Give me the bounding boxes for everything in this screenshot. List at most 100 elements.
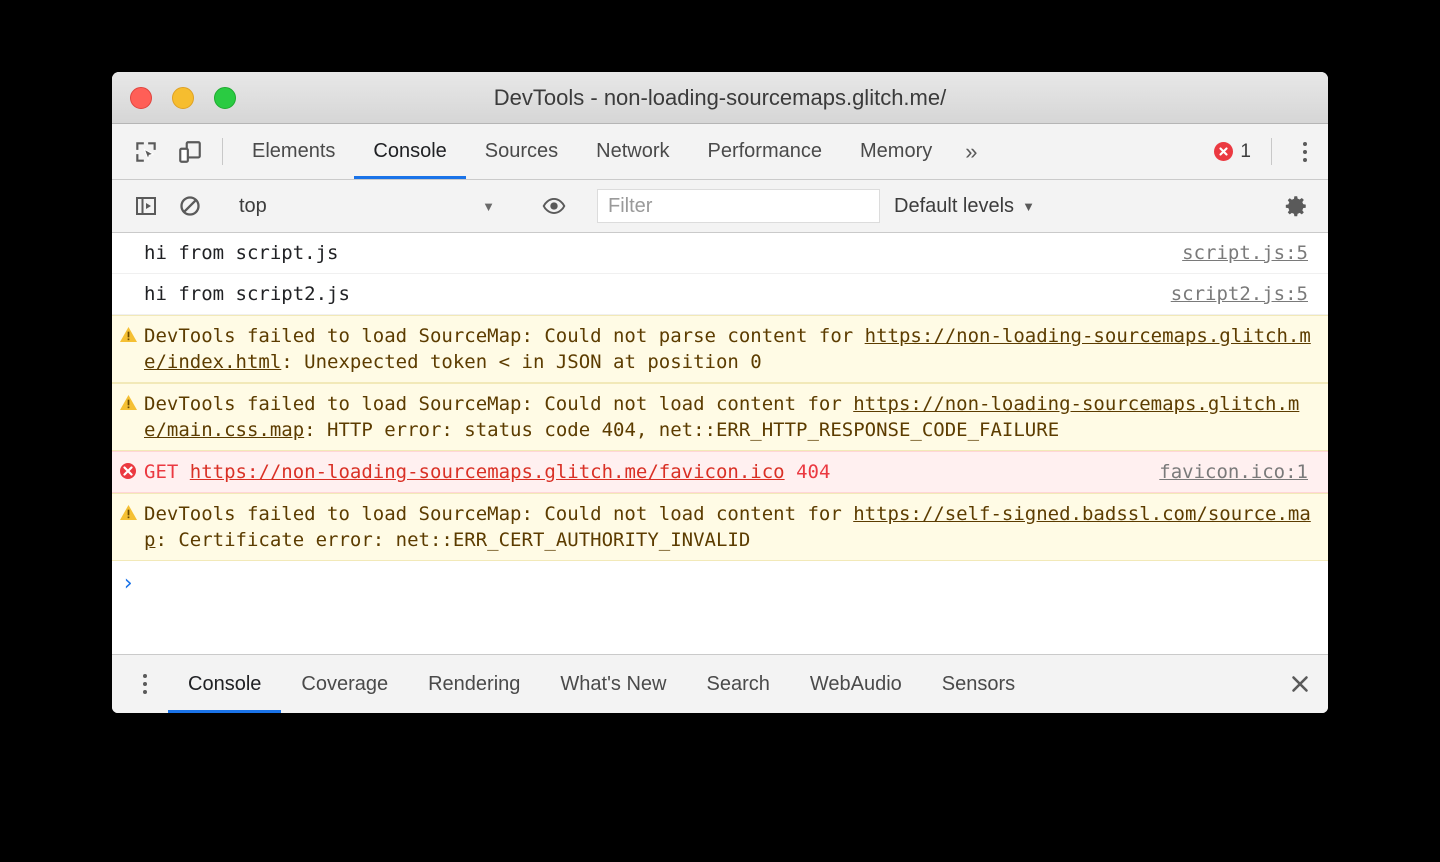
message-prefix: DevTools failed to load SourceMap: Could…	[144, 503, 853, 525]
drawer-tab-label: Search	[706, 673, 769, 696]
drawer-tab-label: Rendering	[428, 673, 520, 696]
drawer-tab-label: WebAudio	[810, 673, 902, 696]
message-gutter	[112, 323, 144, 343]
tab-sources[interactable]: Sources	[466, 124, 577, 179]
tab-label: Performance	[708, 140, 823, 163]
execution-context-select[interactable]: top ▼	[233, 195, 511, 218]
prompt-chevron-icon: ›	[112, 571, 144, 596]
inspect-element-icon[interactable]	[124, 124, 168, 179]
console-message-log[interactable]: hi from script2.js script2.js:5	[112, 274, 1328, 315]
message-text: hi from script2.js	[144, 281, 1171, 307]
message-gutter	[112, 501, 144, 521]
drawer-tab-coverage[interactable]: Coverage	[281, 655, 408, 713]
drawer-tab-whats-new[interactable]: What's New	[540, 655, 686, 713]
eye-icon[interactable]	[532, 193, 576, 219]
console-message-error[interactable]: GET https://non-loading-sourcemaps.glitc…	[112, 451, 1328, 493]
kebab-dot	[143, 682, 147, 686]
message-prefix: DevTools failed to load SourceMap: Could…	[144, 325, 865, 347]
message-suffix: : HTTP error: status code 404, net::ERR_…	[304, 419, 1059, 441]
log-levels-label: Default levels	[894, 195, 1014, 218]
console-toolbar: top ▼ Filter Default levels ▼	[112, 180, 1328, 233]
gear-icon[interactable]	[1274, 193, 1318, 219]
console-prompt[interactable]: ›	[112, 561, 1328, 601]
tab-console[interactable]: Console	[354, 124, 465, 179]
message-text: GET https://non-loading-sourcemaps.glitc…	[144, 459, 1159, 485]
clear-console-icon[interactable]	[168, 194, 212, 218]
drawer-tab-label: Coverage	[301, 673, 388, 696]
drawer-tab-rendering[interactable]: Rendering	[408, 655, 540, 713]
message-source-link[interactable]: script2.js:5	[1171, 281, 1328, 307]
message-text: DevTools failed to load SourceMap: Could…	[144, 323, 1328, 375]
console-message-warning[interactable]: DevTools failed to load SourceMap: Could…	[112, 315, 1328, 383]
tab-performance[interactable]: Performance	[689, 124, 842, 179]
more-tabs-icon[interactable]: »	[951, 124, 991, 179]
console-messages[interactable]: hi from script.js script.js:5 hi from sc…	[112, 233, 1328, 601]
tab-label: Console	[373, 140, 446, 163]
chevron-down-icon: ▼	[1022, 199, 1035, 214]
warning-icon	[119, 394, 138, 411]
message-gutter	[112, 281, 144, 284]
console-message-log[interactable]: hi from script.js script.js:5	[112, 233, 1328, 274]
message-source-link[interactable]: favicon.ico:1	[1159, 459, 1328, 485]
kebab-dot	[1303, 142, 1307, 146]
log-levels-select[interactable]: Default levels ▼	[894, 195, 1035, 218]
space	[785, 461, 796, 483]
space	[178, 461, 189, 483]
drawer-spacer	[1035, 655, 1272, 713]
toolbar-spacer	[991, 124, 1210, 179]
tab-memory[interactable]: Memory	[841, 124, 951, 179]
tab-label: Elements	[252, 140, 335, 163]
tab-label: Sources	[485, 140, 558, 163]
message-gutter	[112, 459, 144, 485]
execution-context-value: top	[239, 195, 267, 218]
device-toolbar-icon[interactable]	[168, 124, 212, 179]
drawer-tab-sensors[interactable]: Sensors	[922, 655, 1035, 713]
message-source-link[interactable]: script.js:5	[1182, 240, 1328, 266]
message-gutter	[112, 391, 144, 411]
drawer-tab-label: What's New	[560, 673, 666, 696]
console-message-warning[interactable]: DevTools failed to load SourceMap: Could…	[112, 493, 1328, 561]
warning-icon	[119, 326, 138, 343]
close-icon[interactable]	[1272, 655, 1328, 713]
message-text: hi from script.js	[144, 240, 1182, 266]
more-tabs-glyph: »	[965, 139, 977, 165]
title-bar: DevTools - non-loading-sourcemaps.glitch…	[112, 72, 1328, 124]
error-count-label: 1	[1240, 141, 1251, 163]
kebab-dot	[143, 690, 147, 694]
tab-label: Network	[596, 140, 669, 163]
drawer-tab-bar: Console Coverage Rendering What's New Se…	[112, 654, 1328, 713]
status-code: 404	[796, 461, 830, 483]
drawer-tab-console[interactable]: Console	[168, 655, 281, 713]
chevron-down-icon: ▼	[482, 199, 495, 214]
tab-label: Memory	[860, 140, 932, 163]
drawer-tab-webaudio[interactable]: WebAudio	[790, 655, 922, 713]
error-count-badge[interactable]: 1	[1210, 124, 1261, 179]
warning-icon	[119, 504, 138, 521]
error-icon	[119, 462, 137, 485]
console-message-warning[interactable]: DevTools failed to load SourceMap: Could…	[112, 383, 1328, 451]
drawer-tab-search[interactable]: Search	[686, 655, 789, 713]
error-icon	[1214, 142, 1233, 161]
tab-network[interactable]: Network	[577, 124, 688, 179]
tab-elements[interactable]: Elements	[233, 124, 354, 179]
drawer-kebab-icon[interactable]	[122, 655, 168, 713]
console-sidebar-icon[interactable]	[124, 194, 168, 218]
drawer-tab-label: Console	[188, 673, 261, 696]
kebab-menu-icon[interactable]	[1282, 124, 1328, 179]
window-title: DevTools - non-loading-sourcemaps.glitch…	[112, 85, 1328, 111]
request-method: GET	[144, 461, 178, 483]
main-toolbar: Elements Console Sources Network Perform…	[112, 124, 1328, 180]
filter-placeholder: Filter	[608, 195, 652, 218]
toolbar-divider-2	[1271, 138, 1272, 165]
drawer-tab-label: Sensors	[942, 673, 1015, 696]
kebab-dot	[1303, 150, 1307, 154]
message-text: DevTools failed to load SourceMap: Could…	[144, 501, 1328, 553]
message-suffix: : Unexpected token < in JSON at position…	[281, 351, 761, 373]
message-text: DevTools failed to load SourceMap: Could…	[144, 391, 1328, 443]
panel-tabs: Elements Console Sources Network Perform…	[233, 124, 1210, 179]
request-url-link[interactable]: https://non-loading-sourcemaps.glitch.me…	[190, 461, 785, 483]
kebab-dot	[143, 674, 147, 678]
filter-input[interactable]: Filter	[597, 189, 880, 223]
message-suffix: : Certificate error: net::ERR_CERT_AUTHO…	[155, 529, 750, 551]
kebab-dot	[1303, 158, 1307, 162]
